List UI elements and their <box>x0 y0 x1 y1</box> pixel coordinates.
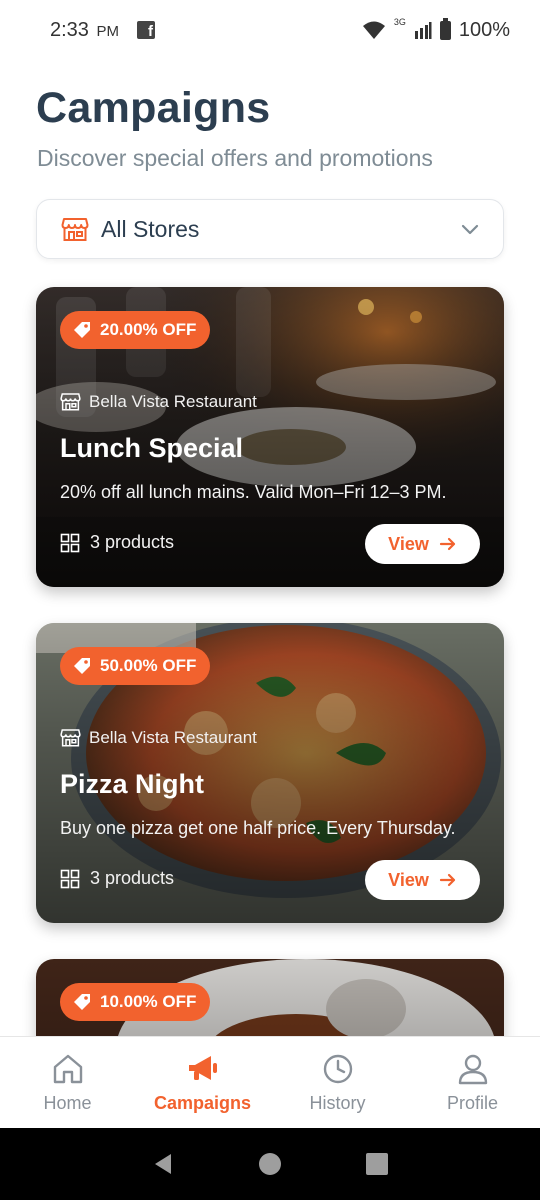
bottom-navigation: Home Campaigns History Profile <box>0 1036 540 1128</box>
discount-label: 10.00% OFF <box>100 992 197 1011</box>
home-button-icon[interactable] <box>258 1152 282 1176</box>
store-name: Bella Vista Restaurant <box>89 727 257 747</box>
store-filter-dropdown[interactable]: All Stores <box>36 199 504 259</box>
view-button-label: View <box>388 533 429 554</box>
store-icon <box>60 393 81 411</box>
recents-icon[interactable] <box>365 1152 389 1176</box>
page-subtitle: Discover special offers and promotions <box>37 145 433 171</box>
battery-level: 100% <box>458 18 510 41</box>
grid-icon <box>60 533 80 552</box>
product-count: 3 products <box>60 532 174 553</box>
wifi-icon <box>362 21 385 39</box>
tag-icon <box>74 994 90 1010</box>
facebook-notification-icon: f <box>137 21 155 39</box>
product-count-label: 3 products <box>90 532 175 552</box>
view-button[interactable]: View <box>365 524 480 564</box>
page-title: Campaigns <box>36 84 271 132</box>
nav-label: Campaigns <box>153 1093 252 1113</box>
store-icon <box>60 729 81 747</box>
discount-label: 50.00% OFF <box>100 656 197 675</box>
view-button-label: View <box>388 869 429 890</box>
chevron-down-icon <box>461 224 479 235</box>
campaign-store: Bella Vista Restaurant <box>60 727 257 748</box>
nav-label: Home <box>43 1093 92 1113</box>
home-icon <box>53 1054 82 1084</box>
store-filter-value: All Stores <box>101 215 200 242</box>
campaign-title: Pizza Night <box>60 769 205 799</box>
nav-item-history[interactable]: History <box>270 1037 405 1128</box>
user-icon <box>458 1054 487 1085</box>
campaign-card[interactable]: 20.00% OFF Bella Vista Restaurant Lunch … <box>36 287 504 587</box>
megaphone-icon <box>188 1056 217 1080</box>
campaign-card[interactable]: 50.00% OFF Bella Vista Restaurant Pizza … <box>36 623 504 923</box>
product-count-label: 3 products <box>90 868 175 888</box>
signal-icon <box>414 22 432 39</box>
system-navigation-bar <box>0 1128 540 1200</box>
discount-badge: 20.00% OFF <box>60 311 211 349</box>
nav-item-profile[interactable]: Profile <box>405 1037 540 1128</box>
campaign-store: Bella Vista Restaurant <box>60 391 257 412</box>
arrow-right-icon <box>439 873 455 887</box>
tag-icon <box>74 658 90 674</box>
discount-badge: 10.00% OFF <box>60 983 211 1021</box>
status-bar: 2:33 PM f 3G 100% <box>0 0 540 60</box>
campaign-description: 20% off all lunch mains. Valid Mon–Fri 1… <box>60 482 447 502</box>
discount-label: 20.00% OFF <box>100 320 197 339</box>
campaign-title: Lunch Special <box>60 433 244 463</box>
nav-item-campaigns[interactable]: Campaigns <box>135 1037 270 1128</box>
campaign-description: Buy one pizza get one half price. Every … <box>60 818 456 838</box>
status-time: 2:33 PM <box>50 18 119 41</box>
discount-badge: 50.00% OFF <box>60 647 211 685</box>
nav-item-home[interactable]: Home <box>0 1037 135 1128</box>
back-icon[interactable] <box>151 1152 175 1176</box>
clock-icon <box>323 1054 352 1084</box>
nav-label: Profile <box>446 1093 499 1113</box>
product-count: 3 products <box>60 868 174 889</box>
tag-icon <box>74 322 90 338</box>
battery-icon <box>439 17 451 40</box>
store-name: Bella Vista Restaurant <box>89 391 257 411</box>
view-button[interactable]: View <box>365 860 480 900</box>
store-icon <box>61 218 89 241</box>
network-type: 3G <box>393 17 406 27</box>
campaigns-screen: 2:33 PM f 3G 100% Campaigns Discover spe… <box>0 0 540 1200</box>
arrow-right-icon <box>439 537 455 551</box>
nav-label: History <box>309 1093 366 1113</box>
grid-icon <box>60 869 80 888</box>
